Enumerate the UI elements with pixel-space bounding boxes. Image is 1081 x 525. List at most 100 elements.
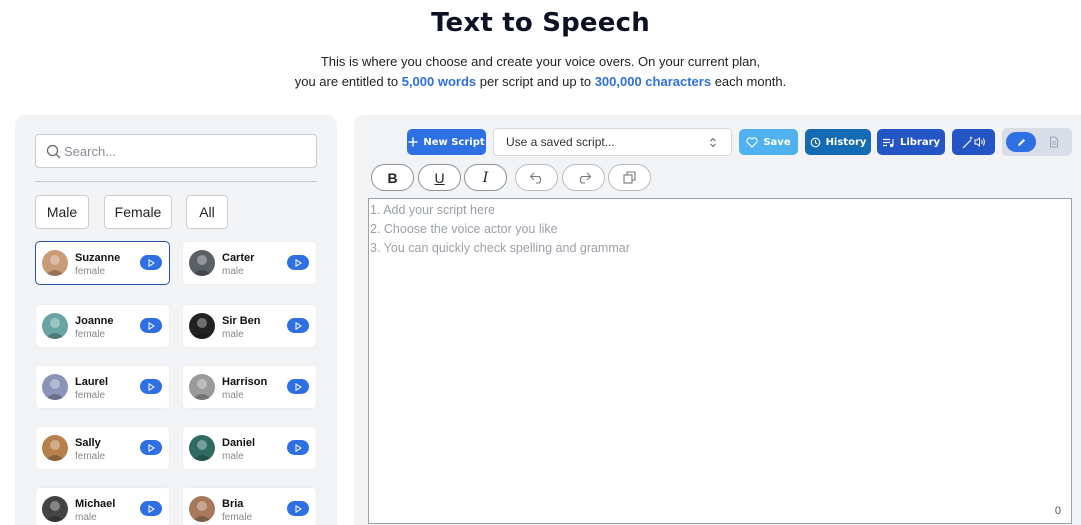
copy-button[interactable] [608, 164, 651, 191]
person-photo-icon [192, 379, 212, 400]
history-label: History [825, 136, 867, 148]
voice-card[interactable]: Carter male [182, 241, 317, 285]
person-photo-icon [192, 440, 212, 461]
voice-card[interactable]: Sally female [35, 426, 170, 470]
voice-name: Joanne [75, 315, 114, 327]
play-icon [148, 443, 155, 452]
play-icon [295, 443, 302, 452]
subtitle-pre: you are entitled to [294, 74, 399, 89]
voice-name: Harrison [222, 376, 268, 388]
underline-label: U [434, 169, 445, 186]
voice-gender: female [75, 266, 106, 277]
italic-button[interactable]: I [464, 164, 507, 191]
person-photo-icon [192, 255, 212, 276]
voice-card[interactable]: Suzanne female [35, 241, 170, 285]
voice-name: Laurel [75, 376, 109, 388]
voice-card[interactable]: Michael male [35, 487, 170, 525]
copy-icon [623, 171, 636, 184]
avatar [189, 374, 215, 400]
chevron-up-down-icon [710, 137, 716, 148]
undo-icon [529, 172, 541, 184]
subtitle-line-2: you are entitled to 5,000 words per scri… [0, 72, 1081, 92]
search-icon [46, 144, 61, 158]
voice-gender: male [222, 329, 244, 340]
voice-gender: male [222, 451, 244, 462]
document-mode-option[interactable] [1042, 132, 1066, 152]
play-preview-button[interactable] [287, 255, 309, 270]
play-preview-button[interactable] [287, 318, 309, 333]
voice-panel: Male Female All Suzanne female Carter male J… [15, 115, 337, 525]
person-photo-icon [45, 501, 65, 522]
search-box[interactable] [35, 134, 317, 168]
voice-card[interactable]: Laurel female [35, 365, 170, 409]
underline-button[interactable]: U [418, 164, 461, 191]
edit-mode-option[interactable] [1006, 132, 1036, 152]
play-icon [295, 321, 302, 330]
avatar [42, 496, 68, 522]
search-input[interactable] [64, 143, 304, 159]
play-preview-button[interactable] [287, 501, 309, 516]
document-icon [1050, 136, 1058, 148]
play-icon [148, 321, 155, 330]
voice-gender: female [222, 512, 253, 523]
avatar [189, 250, 215, 276]
voice-card[interactable]: Daniel male [182, 426, 317, 470]
play-icon [295, 258, 302, 267]
page-subtitle: This is where you choose and create your… [0, 52, 1081, 92]
filter-male-button[interactable]: Male [35, 195, 89, 229]
filter-all-button[interactable]: All [186, 195, 228, 229]
voice-name: Sally [75, 437, 101, 449]
words-limit: 5,000 words [401, 74, 477, 89]
save-button[interactable]: Save [739, 129, 798, 155]
avatar [189, 313, 215, 339]
play-icon [148, 504, 155, 513]
play-preview-button[interactable] [287, 440, 309, 455]
new-script-button[interactable]: New Script [407, 129, 486, 155]
filter-female-button[interactable]: Female [104, 195, 172, 229]
voice-card[interactable]: Joanne female [35, 304, 170, 348]
save-label: Save [763, 136, 791, 148]
play-preview-button[interactable] [140, 501, 162, 516]
voice-name: Bria [222, 498, 244, 510]
play-icon [295, 504, 302, 513]
voice-gender: female [75, 329, 106, 340]
person-photo-icon [45, 440, 65, 461]
avatar [42, 435, 68, 461]
subtitle-line-1: This is where you choose and create your… [320, 54, 761, 69]
ai-voice-button[interactable] [952, 129, 995, 155]
redo-button[interactable] [562, 164, 605, 191]
avatar [189, 496, 215, 522]
play-preview-button[interactable] [140, 379, 162, 394]
bold-button[interactable]: B [371, 164, 414, 191]
voice-name: Suzanne [75, 252, 121, 264]
undo-button[interactable] [515, 164, 558, 191]
avatar [42, 374, 68, 400]
voice-card[interactable]: Harrison male [182, 365, 317, 409]
play-preview-button[interactable] [140, 440, 162, 455]
play-preview-button[interactable] [287, 379, 309, 394]
voice-gender: female [75, 451, 106, 462]
voice-gender: male [75, 512, 97, 523]
redo-icon [579, 172, 591, 184]
bold-label: B [387, 169, 398, 186]
editor-mode-toggle[interactable] [1002, 128, 1072, 156]
voice-card[interactable]: Bria female [182, 487, 317, 525]
voice-gender: male [222, 266, 244, 277]
play-icon [148, 258, 155, 267]
history-button[interactable]: History [805, 129, 871, 155]
subtitle-post: each month. [714, 74, 787, 89]
play-preview-button[interactable] [140, 255, 162, 270]
script-textarea[interactable] [369, 199, 1071, 523]
playlist-icon [882, 138, 894, 147]
library-button[interactable]: Library [877, 129, 945, 155]
voice-name: Daniel [222, 437, 256, 449]
avatar [42, 313, 68, 339]
person-photo-icon [45, 255, 65, 276]
play-preview-button[interactable] [140, 318, 162, 333]
divider [35, 181, 317, 182]
saved-script-select[interactable]: Use a saved script... [493, 128, 732, 156]
editor-panel: New Script Use a saved script... Save Hi… [354, 115, 1081, 525]
characters-limit: 300,000 characters [594, 74, 712, 89]
voice-card[interactable]: Sir Ben male [182, 304, 317, 348]
play-icon [148, 382, 155, 391]
